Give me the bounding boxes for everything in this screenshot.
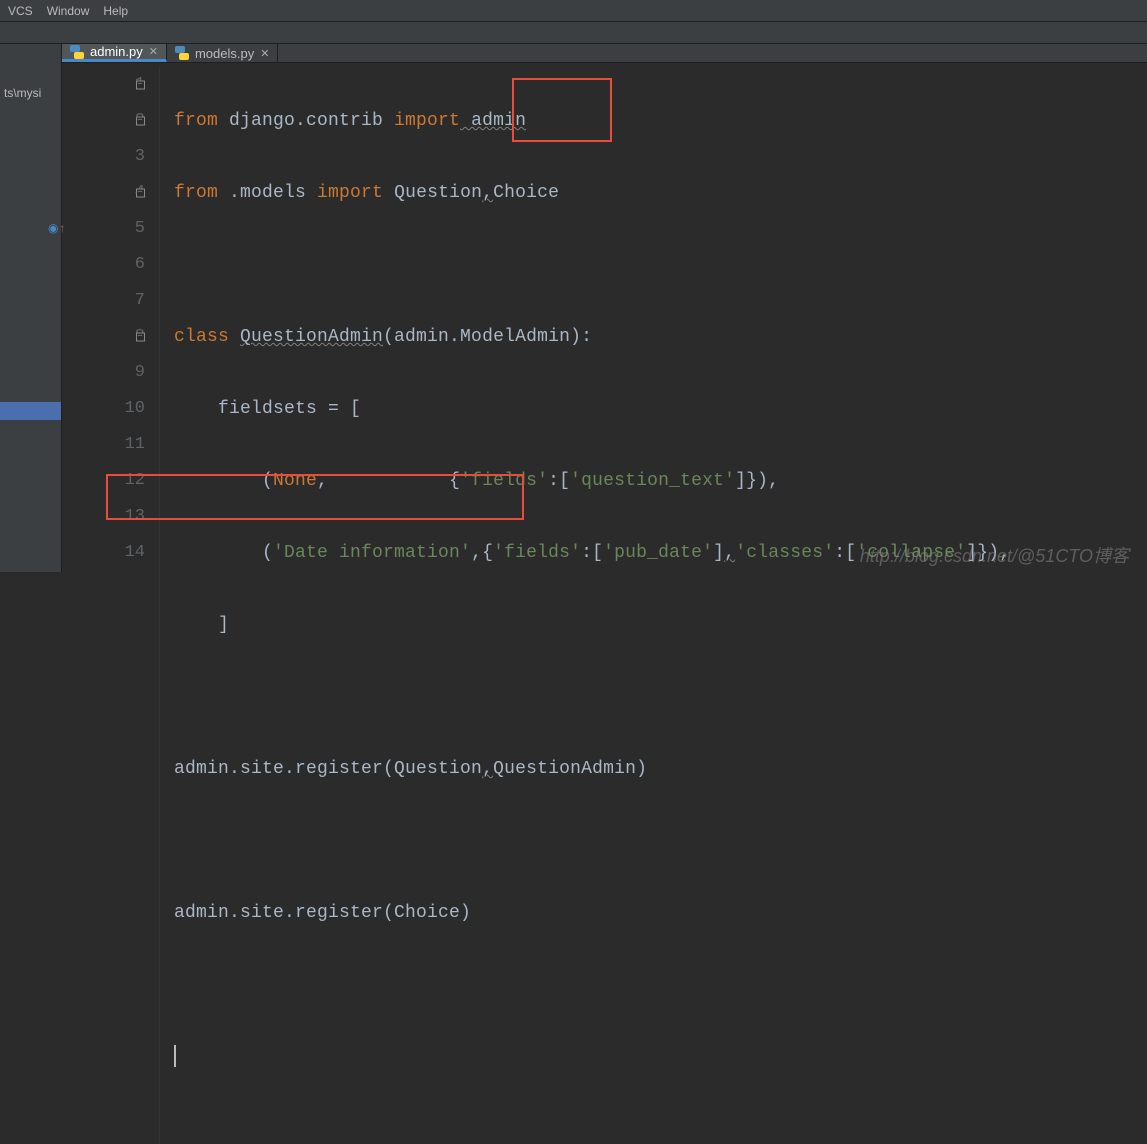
project-selected-item[interactable] (0, 402, 61, 420)
code-line[interactable]: from .models import Question,Choice (174, 175, 1010, 211)
line-number: 6 (62, 247, 145, 283)
code-line[interactable]: admin.site.register(Question,QuestionAdm… (174, 751, 1010, 787)
close-icon[interactable]: ✕ (149, 45, 158, 58)
code-line[interactable]: from django.contrib import admin (174, 103, 1010, 139)
code-line[interactable]: fieldsets = [ (174, 391, 1010, 427)
watermark: http://blog.csdn.net/@51CTO博客 (860, 542, 1129, 568)
code-line[interactable] (174, 247, 1010, 283)
menu-vcs[interactable]: VCS (8, 4, 33, 18)
line-number: 14 (62, 535, 145, 571)
fold-icon[interactable]: − (136, 117, 145, 126)
code-line[interactable]: (None, {'fields':['question_text']}), (174, 463, 1010, 499)
editor-area: admin.py ✕ models.py ✕ 1− 2− 3 4− 5◉↑ 6 … (62, 44, 1147, 572)
code-line[interactable] (174, 1039, 1010, 1075)
menu-window[interactable]: Window (47, 4, 90, 18)
line-number: 9 (62, 355, 145, 391)
tab-admin-py[interactable]: admin.py ✕ (62, 44, 167, 62)
line-number: 5◉↑ (62, 211, 145, 247)
line-number: 7 (62, 283, 145, 319)
tab-models-py[interactable]: models.py ✕ (167, 44, 278, 62)
menu-bar: VCS Window Help (0, 0, 1147, 22)
override-icon[interactable]: ◉ (48, 222, 58, 236)
code-line[interactable]: class QuestionAdmin(admin.ModelAdmin): (174, 319, 1010, 355)
code-editor[interactable]: 1− 2− 3 4− 5◉↑ 6 7 8− 9 10 11 12 13 14 f… (62, 63, 1147, 1144)
line-number: 13 (62, 499, 145, 535)
fold-icon[interactable]: − (136, 189, 145, 198)
fold-icon[interactable]: − (136, 81, 145, 90)
fold-icon[interactable]: − (136, 333, 145, 342)
tab-label: admin.py (90, 44, 143, 59)
line-number: 12 (62, 463, 145, 499)
line-number: 10 (62, 391, 145, 427)
line-number: 1− (62, 67, 145, 103)
project-sidebar[interactable]: ts\mysi (0, 44, 62, 572)
python-file-icon (70, 45, 84, 59)
python-file-icon (175, 46, 189, 60)
code-line[interactable] (174, 679, 1010, 715)
code-line[interactable] (174, 967, 1010, 1003)
code-line[interactable] (174, 823, 1010, 859)
tab-label: models.py (195, 46, 254, 61)
toolbar (0, 22, 1147, 44)
source-pane[interactable]: from django.contrib import admin from .m… (160, 67, 1010, 1144)
close-icon[interactable]: ✕ (260, 47, 269, 60)
line-number: 3 (62, 139, 145, 175)
line-number: 2− (62, 103, 145, 139)
code-line[interactable]: admin.site.register(Choice) (174, 895, 1010, 931)
line-number: 8− (62, 319, 145, 355)
gutter: 1− 2− 3 4− 5◉↑ 6 7 8− 9 10 11 12 13 14 (62, 67, 160, 1144)
menu-help[interactable]: Help (103, 4, 128, 18)
up-arrow-icon: ↑ (58, 222, 65, 236)
editor-tabs: admin.py ✕ models.py ✕ (62, 44, 1147, 63)
line-number: 4− (62, 175, 145, 211)
caret (174, 1045, 176, 1067)
line-number: 11 (62, 427, 145, 463)
code-line[interactable]: ] (174, 607, 1010, 643)
project-path-fragment[interactable]: ts\mysi (0, 84, 61, 102)
